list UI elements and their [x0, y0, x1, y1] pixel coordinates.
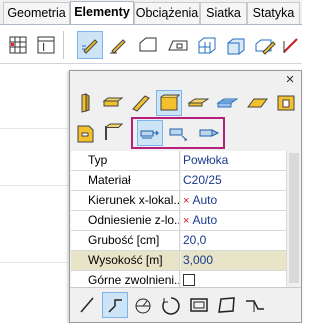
tab-geometria[interactable]: Geometria — [3, 2, 70, 24]
tab-obciazenia[interactable]: Obciążenia — [134, 2, 200, 24]
model-grid-line — [0, 262, 68, 263]
bracket-element-icon[interactable] — [101, 121, 125, 145]
ribbon-toolbar: I — [0, 24, 302, 64]
close-icon[interactable]: × — [283, 72, 297, 87]
load-wall-icon[interactable] — [73, 121, 97, 145]
opening-element-icon[interactable] — [274, 91, 298, 115]
hinge-top-icon[interactable] — [167, 121, 191, 145]
toolbar-separator — [63, 31, 64, 59]
property-row-kierunek[interactable]: Kierunek x-lokal... × Auto — [71, 191, 286, 211]
property-row-wysokosc[interactable]: Wysokość [m] 3,000 — [71, 251, 286, 271]
properties-panel: × Typ Powłoka Materiał C20/25 Kierunek x… — [69, 70, 302, 323]
tab-statyka[interactable]: Statyka — [247, 2, 300, 24]
pencil-drag-icon[interactable] — [77, 31, 103, 59]
property-label: Kierunek x-lokal... — [71, 191, 180, 210]
inclined-slab-icon[interactable] — [245, 91, 269, 115]
rectangle-tool-icon[interactable] — [186, 292, 212, 318]
surface-outline-icon[interactable] — [135, 31, 161, 59]
arc-tool-icon[interactable] — [130, 292, 156, 318]
release-checkbox[interactable] — [183, 274, 195, 286]
pencil-surface-icon[interactable] — [252, 31, 278, 59]
polygon-tool-icon[interactable] — [214, 292, 240, 318]
property-value: Auto — [192, 213, 218, 227]
auto-marker-icon: × — [183, 215, 190, 227]
property-value[interactable]: C20/25 — [181, 171, 286, 190]
drawing-tools-bar — [70, 287, 301, 322]
wall-element-icon[interactable] — [156, 90, 182, 116]
stacked-grid-icon[interactable] — [5, 31, 31, 59]
polyline-tool-icon[interactable] — [102, 292, 128, 318]
scrollbar-thumb[interactable] — [289, 153, 299, 283]
property-value[interactable]: 3,000 — [181, 251, 286, 270]
property-grid-scrollbar[interactable] — [286, 151, 301, 286]
property-label: Materiał — [71, 171, 180, 190]
ribbed-slab-icon[interactable] — [215, 91, 239, 115]
slab-element-icon[interactable] — [186, 91, 210, 115]
hinge-end-icon[interactable] — [197, 121, 221, 145]
pencil-icon[interactable] — [105, 31, 131, 59]
property-label: Odniesienie z-lo... — [71, 211, 180, 230]
trim-tool-icon[interactable] — [242, 292, 268, 318]
panel-title-bar[interactable]: × — [70, 71, 301, 89]
property-value[interactable]: 20,0 — [181, 231, 286, 250]
beam-element-icon[interactable] — [101, 91, 125, 115]
svg-text:I: I — [42, 41, 45, 54]
layered-surface-icon[interactable] — [223, 31, 249, 59]
model-grid-line — [0, 128, 68, 129]
tab-elementy[interactable]: Elementy — [70, 1, 134, 25]
property-label: Wysokość [m] — [71, 251, 180, 270]
property-label: Grubość [cm] — [71, 231, 180, 250]
line-tool-icon[interactable] — [74, 292, 100, 318]
column-element-icon[interactable] — [73, 91, 97, 115]
property-row-odniesienie[interactable]: Odniesienie z-lo... × Auto — [71, 211, 286, 231]
3d-grid-icon[interactable] — [194, 31, 220, 59]
slanted-beam-icon[interactable] — [129, 91, 153, 115]
circle-tool-icon[interactable] — [158, 292, 184, 318]
property-row-typ[interactable]: Typ Powłoka — [71, 151, 286, 171]
hinge-bottom-icon[interactable] — [137, 120, 163, 146]
auto-marker-icon: × — [183, 195, 190, 207]
opening-icon[interactable] — [165, 31, 191, 59]
ribbon-tab-bar: Geometria Elementy Obciążenia Siatka Sta… — [0, 0, 302, 25]
property-value-container[interactable]: × Auto — [181, 191, 286, 210]
property-grid: Typ Powłoka Materiał C20/25 Kierunek x-l… — [71, 151, 286, 291]
property-value: Auto — [192, 193, 218, 207]
model-grid-line — [0, 185, 68, 186]
tab-siatka[interactable]: Siatka — [200, 2, 247, 24]
property-label: Typ — [71, 151, 180, 170]
grid-text-icon[interactable]: I — [33, 31, 59, 59]
property-row-material[interactable]: Materiał C20/25 — [71, 171, 286, 191]
property-row-grubosc[interactable]: Grubość [cm] 20,0 — [71, 231, 286, 251]
diagonal-line-icon[interactable] — [279, 31, 301, 59]
property-value[interactable]: Powłoka — [181, 151, 286, 170]
property-value-container[interactable]: × Auto — [181, 211, 286, 230]
